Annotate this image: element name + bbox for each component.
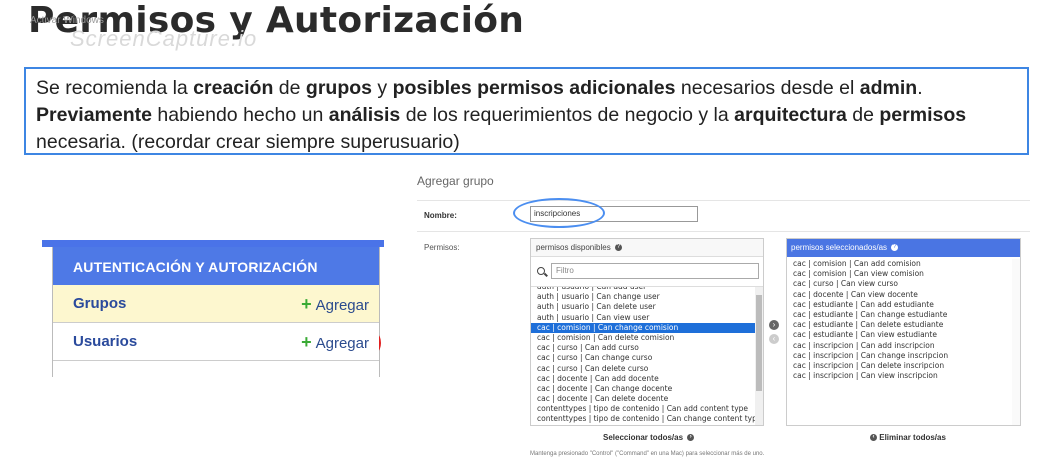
chosen-option[interactable]: cac | inscripcion | Can add inscripcion [787, 341, 1012, 351]
help-icon[interactable]: ? [891, 244, 899, 252]
info-text-segment: de los requerimientos de negocio y la [400, 104, 735, 126]
available-option[interactable]: cac | curso | Can delete curso [531, 364, 756, 374]
info-text-segment: grupos [305, 77, 373, 99]
chosen-option[interactable]: cac | estudiante | Can add estudiante [787, 300, 1012, 310]
divider [417, 231, 1030, 232]
available-option[interactable]: cac | curso | Can add curso [531, 343, 756, 353]
grupos-add-label: Agregar [315, 297, 369, 314]
info-text-segment: necesaria. (recordar crear siempre super… [36, 131, 460, 153]
chosen-option[interactable]: cac | inscripcion | Can delete inscripci… [787, 361, 1012, 371]
choose-arrow-icon[interactable]: › [769, 320, 779, 330]
chosen-permissions-box: permisos seleccionados/as ? cac | comisi… [786, 238, 1021, 426]
name-label: Nombre: [424, 211, 457, 220]
info-text-segment: de [273, 77, 306, 99]
available-option[interactable]: cac | comision | Can delete comision [531, 333, 756, 343]
usuarios-add-label: Agregar [315, 335, 369, 352]
help-text: Mantenga presionado "Control" ("Command"… [530, 451, 765, 457]
chosen-option[interactable]: cac | comision | Can add comision [787, 259, 1012, 269]
available-header: permisos disponibles ? [531, 239, 763, 257]
remove-arrow-icon[interactable]: ‹ [769, 334, 779, 344]
available-option[interactable]: auth | usuario | Can delete user [531, 302, 756, 312]
arrow-right-icon: › [687, 434, 695, 442]
plus-icon: + [301, 294, 312, 314]
available-option[interactable]: cac | curso | Can change curso [531, 353, 756, 363]
available-option[interactable]: cac | docente | Can add docente [531, 374, 756, 384]
blue-highlight-oval [513, 198, 605, 228]
available-scrollbar[interactable] [755, 287, 763, 425]
available-option[interactable]: auth | usuario | Can view user [531, 313, 756, 323]
watermark-small: Activar Windows [30, 15, 104, 26]
info-text-segment: admin [859, 77, 918, 99]
available-list[interactable]: auth | usuario | Can add userauth | usua… [531, 287, 756, 425]
chosen-option[interactable]: cac | curso | Can view curso [787, 279, 1012, 289]
admin-row-grupos: Grupos + Agregar [53, 285, 381, 359]
info-text-segment: y [372, 77, 393, 99]
chosen-scrollbar[interactable] [1012, 259, 1020, 425]
info-text-segment: posibles permisos adicionales [392, 77, 676, 99]
available-option[interactable]: contenttypes | tipo de contenido | Can a… [531, 404, 756, 414]
info-text-segment: permisos [879, 104, 967, 126]
chosen-header-label: permisos seleccionados/as [791, 243, 888, 252]
chosen-option[interactable]: cac | estudiante | Can view estudiante [787, 330, 1012, 340]
help-icon[interactable]: ? [614, 244, 622, 252]
info-box: Se recomienda la creación de grupos y po… [24, 67, 1029, 155]
usuarios-link[interactable]: Usuarios [73, 333, 137, 350]
info-text-segment: Previamente [36, 104, 152, 126]
available-option[interactable]: cac | docente | Can delete docente [531, 394, 756, 404]
grupos-link[interactable]: Grupos [73, 295, 126, 312]
usuarios-add-link[interactable]: + Agregar [301, 323, 369, 363]
chosen-option[interactable]: cac | estudiante | Can delete estudiante [787, 320, 1012, 330]
remove-all-link[interactable]: ‹ Eliminar todos/as [868, 433, 946, 442]
info-text-segment: análisis [328, 104, 401, 126]
scroll-thumb[interactable] [756, 295, 762, 391]
chosen-option[interactable]: cac | docente | Can view docente [787, 290, 1012, 300]
info-text-segment: necesarios desde el [675, 77, 860, 99]
info-text-segment: habiendo hecho un [151, 104, 329, 126]
info-text-segment: . [917, 77, 923, 99]
select-all-link[interactable]: Seleccionar todos/as › [603, 433, 695, 442]
grupos-add-link[interactable]: + Agregar [301, 285, 369, 325]
available-option[interactable]: auth | usuario | Can change user [531, 292, 756, 302]
divider [417, 200, 1030, 201]
available-header-label: permisos disponibles [536, 243, 611, 252]
arrow-left-icon: ‹ [870, 434, 877, 442]
form-title: Agregar grupo [417, 174, 494, 188]
info-text-segment: de [846, 104, 880, 126]
info-text-segment: creación [193, 77, 274, 99]
chosen-option[interactable]: cac | inscripcion | Can view inscripcion [787, 371, 1012, 381]
admin-top-bar [42, 240, 384, 247]
chosen-option[interactable]: cac | comision | Can view comision [787, 269, 1012, 279]
permissions-label: Permisos: [424, 243, 460, 252]
plus-icon: + [301, 332, 312, 352]
available-option[interactable]: cac | docente | Can change docente [531, 384, 756, 394]
admin-app-panel: AUTENTICACIÓN Y AUTORIZACIÓN Grupos + Agr… [52, 247, 381, 377]
search-icon [537, 267, 545, 275]
filter-input[interactable]: Filtro [551, 263, 759, 279]
remove-all-label: Eliminar todos/as [879, 433, 946, 442]
chosen-option[interactable]: cac | estudiante | Can change estudiante [787, 310, 1012, 320]
watermark: ScreenCapture.io [70, 26, 258, 51]
chosen-option[interactable]: cac | inscripcion | Can change inscripci… [787, 351, 1012, 361]
admin-app-header: AUTENTICACIÓN Y AUTORIZACIÓN [53, 247, 379, 285]
available-permissions-box: permisos disponibles ? Filtro auth | usu… [530, 238, 764, 426]
chosen-list[interactable]: cac | comision | Can add comision cac | c… [787, 259, 1012, 419]
available-option[interactable]: contenttypes | tipo de contenido | Can c… [531, 414, 756, 424]
available-option[interactable]: cac | comision | Can change comision [531, 322, 756, 333]
select-all-label: Seleccionar todos/as [603, 433, 684, 442]
info-text-segment: arquitectura [734, 104, 847, 126]
admin-row-usuarios: Usuarios + Agregar [53, 323, 379, 361]
chosen-header: permisos seleccionados/as ? [787, 239, 1020, 257]
info-text-segment: Se recomienda la [36, 77, 194, 99]
filter-row: Filtro [531, 258, 763, 287]
